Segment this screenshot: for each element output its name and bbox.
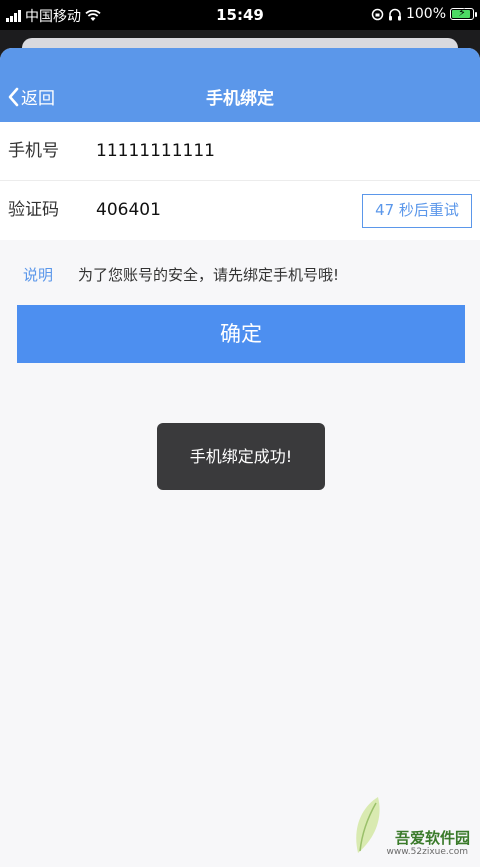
code-label: 验证码 [8,200,59,220]
code-input[interactable] [96,194,336,226]
watermark-brand: 吾爱软件园 [394,829,470,847]
watermark: 吾爱软件园 www.52zixue.com [342,793,472,863]
phone-row: 手机号 [0,122,480,181]
confirm-button[interactable]: 确定 [17,305,465,363]
watermark-url: www.52zixue.com [386,847,468,857]
battery-percent: 100% [405,6,446,22]
code-row: 验证码 47 秒后重试 [0,181,480,240]
headphones-icon [388,8,401,20]
phone-input[interactable] [96,135,336,167]
status-bar: 中国移动 15:49 100% ⚡ [0,0,480,30]
resend-code-button[interactable]: 47 秒后重试 [362,194,472,228]
battery-icon: ⚡ [450,6,477,20]
rotation-lock-icon [371,8,384,20]
note: 说明 为了您账号的安全，请先绑定手机号哦! [0,260,480,290]
binding-sheet: 返回 手机绑定 手机号 验证码 47 秒后重试 说明 为了您账号的安全，请先绑定… [0,48,480,867]
phone-label: 手机号 [8,141,59,161]
success-toast: 手机绑定成功! [157,423,325,490]
note-text: 为了您账号的安全，请先绑定手机号哦! [78,266,340,284]
leaf-logo-icon [356,797,380,853]
binding-form: 手机号 验证码 47 秒后重试 [0,122,480,240]
nav-bar: 返回 手机绑定 [0,48,480,122]
note-label: 说明 [23,266,54,284]
status-right: 100% ⚡ [371,6,477,22]
page-title: 手机绑定 [206,89,274,109]
